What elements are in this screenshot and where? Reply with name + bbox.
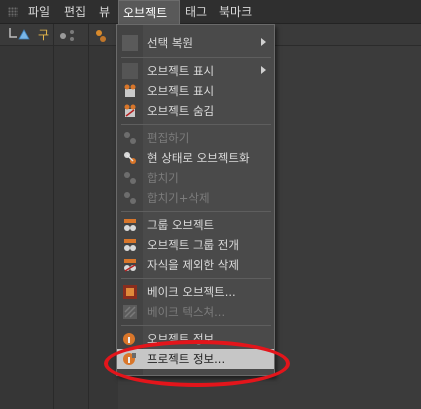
- menu-item-project-info[interactable]: 프로젝트 정보...: [117, 349, 274, 369]
- menu-item-current-state-to-object[interactable]: 현 상태로 오브젝트화: [117, 148, 274, 168]
- menu-item-label: 오브젝트 숨김: [147, 104, 215, 118]
- tree-label: 구: [38, 28, 50, 42]
- menu-item-label: 오브젝트 표시: [147, 84, 215, 98]
- connect-delete-icon: [124, 192, 136, 204]
- hide-object-icon: [124, 104, 136, 117]
- menu-separator: [121, 124, 271, 125]
- menu-item-label: 합치기+삭제: [147, 191, 210, 205]
- menu-separator: [121, 57, 271, 58]
- connect-objects-icon: [124, 172, 136, 184]
- menu-bookmark[interactable]: 북마크: [215, 0, 256, 24]
- menu-item-label: 프로젝트 정보...: [147, 352, 226, 366]
- grip-icon[interactable]: [8, 7, 18, 17]
- group-objects-icon: [124, 219, 136, 231]
- divider: [53, 24, 54, 409]
- menu-bar: 파일 편집 뷰 오브젝트 태그 북마크: [0, 0, 421, 24]
- tree-icon[interactable]: [8, 27, 34, 41]
- menu-view[interactable]: 뷰: [95, 0, 114, 24]
- tags-icon[interactable]: [94, 30, 114, 42]
- menu-item-group-objects[interactable]: 그룹 오브젝트: [117, 215, 274, 235]
- menu-item-label: 현 상태로 오브젝트화: [147, 151, 250, 165]
- object-display-icon: [122, 63, 138, 79]
- delete-without-children-icon: [124, 259, 136, 272]
- menu-item-label: 오브젝트 정보...: [147, 332, 226, 346]
- menu-edit[interactable]: 편집: [60, 0, 90, 24]
- menu-item-label: 오브젝트 그룹 전개: [147, 238, 239, 252]
- bake-object-icon: [123, 285, 137, 299]
- object-info-icon: [123, 333, 135, 345]
- menu-item-label: 베이크 오브젝트...: [147, 285, 236, 299]
- menu-item-label: 선택 복원: [147, 36, 193, 50]
- menu-item-connect-and-delete[interactable]: 합치기+삭제: [117, 188, 274, 208]
- current-state-to-object-icon: [124, 152, 136, 164]
- menu-separator: [121, 211, 271, 212]
- menu-item-label: 합치기: [147, 171, 179, 185]
- bake-texture-icon: [123, 305, 137, 319]
- visibility-dots-icon[interactable]: [58, 30, 78, 42]
- menu-item-bake-object[interactable]: 베이크 오브젝트...: [117, 282, 274, 302]
- menu-item-object-info[interactable]: 오브젝트 정보...: [117, 329, 274, 349]
- submenu-arrow-icon: [261, 38, 266, 46]
- restore-selection-icon: [122, 35, 138, 51]
- menu-item-label: 자식을 제외한 삭제: [147, 258, 239, 272]
- object-menu: 선택 복원 오브젝트 표시 오브젝트 표시 오브젝트 숨김 편집하기 현 상태로…: [116, 24, 275, 376]
- menu-item-make-editable[interactable]: 편집하기: [117, 128, 274, 148]
- menu-item-label: 그룹 오브젝트: [147, 218, 215, 232]
- show-object-icon: [124, 84, 136, 97]
- menu-item-delete-without-children[interactable]: 자식을 제외한 삭제: [117, 255, 274, 275]
- menu-item-connect-objects[interactable]: 합치기: [117, 168, 274, 188]
- menu-item-bake-texture[interactable]: 베이크 텍스쳐...: [117, 302, 274, 322]
- divider: [88, 24, 89, 409]
- menu-file[interactable]: 파일: [24, 0, 54, 24]
- object-panel: [0, 46, 118, 409]
- menu-separator: [121, 278, 271, 279]
- menu-tag[interactable]: 태그: [181, 0, 211, 24]
- menu-separator: [121, 325, 271, 326]
- submenu-arrow-icon: [261, 66, 266, 74]
- menu-item-object-display-submenu[interactable]: 오브젝트 표시: [117, 61, 274, 81]
- menu-item-expand-group[interactable]: 오브젝트 그룹 전개: [117, 235, 274, 255]
- expand-group-icon: [124, 239, 136, 251]
- menu-item-show-object[interactable]: 오브젝트 표시: [117, 81, 274, 101]
- menu-item-restore-selection[interactable]: 선택 복원: [117, 33, 274, 53]
- menu-item-label: 베이크 텍스쳐...: [147, 305, 226, 319]
- make-editable-icon: [124, 132, 136, 144]
- menu-item-hide-object[interactable]: 오브젝트 숨김: [117, 101, 274, 121]
- menu-object[interactable]: 오브젝트: [118, 0, 180, 24]
- menu-item-label: 오브젝트 표시: [147, 64, 215, 78]
- project-info-icon: [123, 353, 136, 365]
- menu-item-label: 편집하기: [147, 131, 190, 145]
